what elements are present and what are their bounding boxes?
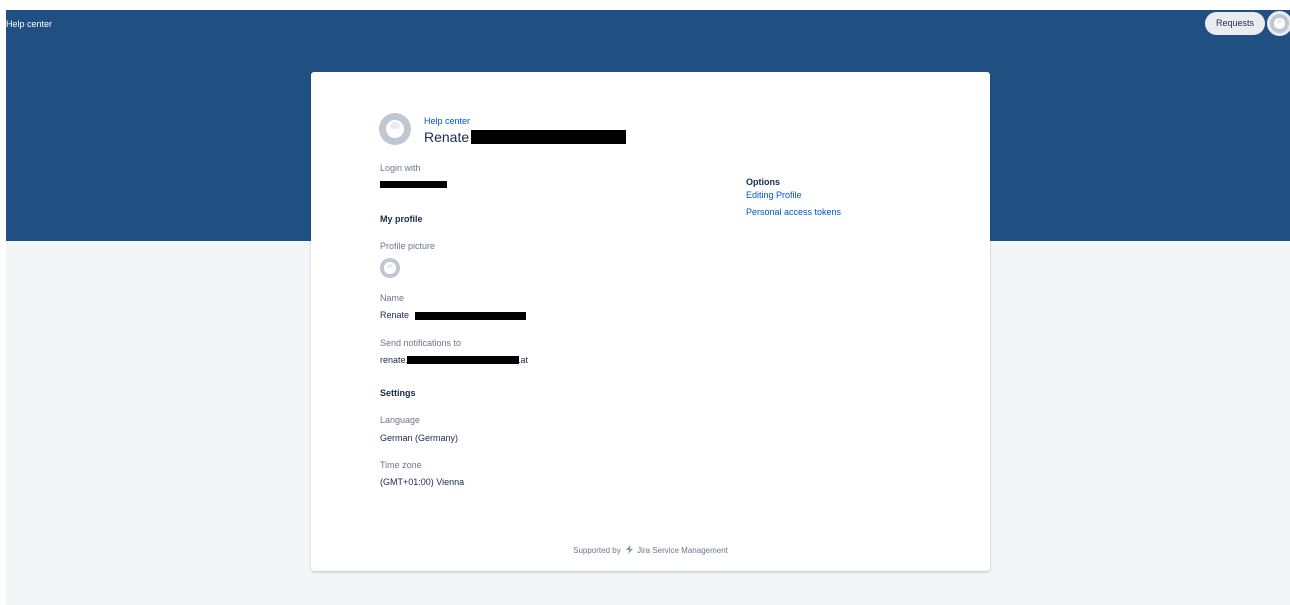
user-avatar-menu[interactable]	[1267, 11, 1290, 36]
redacted-login	[380, 181, 447, 188]
name-value: Renate	[380, 310, 410, 320]
profile-card: Help center Renate Login with My profile…	[311, 72, 990, 571]
editing-profile-link[interactable]: Editing Profile	[746, 190, 802, 200]
profile-display-name: Renate	[424, 129, 470, 145]
personal-access-tokens-link[interactable]: Personal access tokens	[746, 207, 841, 217]
jira-logo-icon	[625, 545, 634, 554]
help-center-brand-link[interactable]: Help center	[6, 19, 52, 29]
profile-avatar-icon	[386, 120, 404, 138]
redacted-name	[415, 312, 526, 320]
requests-button[interactable]: Requests	[1205, 12, 1265, 35]
time-zone-label: Time zone	[380, 460, 422, 470]
send-notifications-label: Send notifications to	[380, 338, 462, 348]
language-value: German (Germany)	[380, 433, 459, 443]
footer: Supported by Jira Service Management	[311, 545, 990, 555]
notification-email-prefix: renate.	[380, 355, 409, 365]
supported-by-text: Supported by	[573, 546, 621, 555]
jira-service-management-link[interactable]: Jira Service Management	[637, 546, 728, 555]
notification-email-suffix: .at	[518, 355, 529, 365]
redacted-email	[407, 356, 519, 364]
time-zone-value: (GMT+01:00) Vienna	[380, 477, 465, 487]
language-label: Language	[380, 415, 421, 425]
settings-heading: Settings	[380, 388, 416, 398]
profile-picture-icon	[384, 262, 396, 274]
profile-picture	[380, 258, 400, 278]
profile-avatar	[379, 113, 411, 145]
breadcrumb-help-center[interactable]: Help center	[424, 116, 470, 126]
login-with-label: Login with	[380, 163, 421, 173]
name-label: Name	[380, 293, 405, 303]
options-heading: Options	[746, 177, 780, 187]
user-avatar-icon	[1274, 18, 1285, 29]
profile-picture-label: Profile picture	[380, 241, 436, 251]
redacted-surname	[471, 130, 626, 144]
page-frame: Help center Requests Help center Renate …	[6, 10, 1290, 605]
my-profile-heading: My profile	[380, 214, 423, 224]
